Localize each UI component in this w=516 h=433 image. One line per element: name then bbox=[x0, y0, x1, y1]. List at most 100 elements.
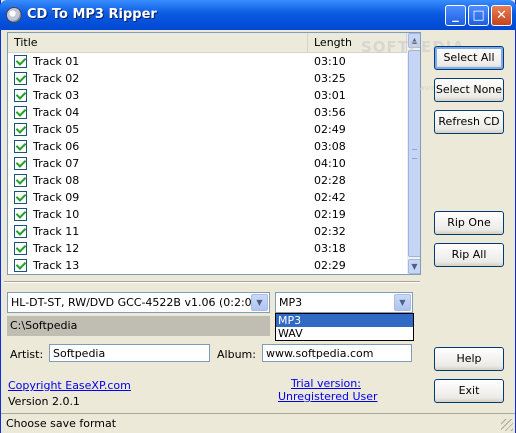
track-length: 04:10 bbox=[314, 157, 346, 170]
track-title: Track 08 bbox=[33, 174, 80, 187]
track-length: 02:42 bbox=[314, 191, 346, 204]
track-title: Track 10 bbox=[33, 208, 80, 221]
scrollbar-thumb[interactable] bbox=[408, 50, 420, 257]
status-bar: Choose save format bbox=[1, 413, 515, 433]
column-header-title[interactable]: Title bbox=[8, 33, 308, 52]
track-length: 03:10 bbox=[314, 55, 346, 68]
resize-grip-icon[interactable] bbox=[501, 419, 513, 431]
track-checkbox[interactable] bbox=[14, 55, 27, 68]
table-row[interactable]: Track 13 02:29 bbox=[8, 257, 407, 274]
rip-one-button[interactable]: Rip One bbox=[434, 211, 504, 235]
track-length: 03:56 bbox=[314, 106, 346, 119]
track-title: Track 04 bbox=[33, 106, 80, 119]
drive-select[interactable]: HL-DT-ST, RW/DVD GCC-4522B v1.06 (0:2:0)… bbox=[7, 292, 270, 313]
track-length: 02:28 bbox=[314, 174, 346, 187]
track-length: 03:08 bbox=[314, 140, 346, 153]
status-text: Choose save format bbox=[6, 417, 117, 430]
track-checkbox[interactable] bbox=[14, 191, 27, 204]
track-title: Track 13 bbox=[33, 259, 80, 272]
table-row[interactable]: Track 02 03:25 bbox=[8, 70, 407, 87]
table-row[interactable]: Track 04 03:56 bbox=[8, 104, 407, 121]
divider bbox=[4, 281, 420, 283]
table-row[interactable]: Track 11 02:32 bbox=[8, 223, 407, 240]
format-option-wav[interactable]: WAV bbox=[276, 327, 413, 340]
close-button[interactable]: ✕ bbox=[491, 5, 512, 26]
copyright-link[interactable]: Copyright EaseXP.com bbox=[8, 379, 131, 392]
track-checkbox[interactable] bbox=[14, 106, 27, 119]
output-path-field: C:\Softpedia bbox=[7, 316, 270, 336]
drive-select-value: HL-DT-ST, RW/DVD GCC-4522B v1.06 (0:2:0) bbox=[11, 296, 256, 309]
album-field[interactable] bbox=[262, 344, 412, 362]
scroll-down-arrow-icon[interactable]: ▼ bbox=[408, 259, 420, 274]
track-checkbox[interactable] bbox=[14, 123, 27, 136]
scroll-grip-icon bbox=[412, 149, 417, 159]
app-window: CD To MP3 Ripper _ □ ✕ Title Length Trac… bbox=[0, 0, 516, 433]
unregistered-user-link[interactable]: Unregistered User bbox=[278, 390, 378, 403]
close-icon: ✕ bbox=[496, 8, 507, 23]
track-checkbox[interactable] bbox=[14, 140, 27, 153]
rip-all-button[interactable]: Rip All bbox=[434, 243, 504, 267]
track-length: 02:19 bbox=[314, 208, 346, 221]
select-none-button[interactable]: Select None bbox=[434, 78, 504, 102]
table-row[interactable]: Track 12 03:18 bbox=[8, 240, 407, 257]
list-header: Title Length bbox=[8, 33, 407, 53]
format-option-mp3[interactable]: MP3 bbox=[276, 314, 413, 327]
table-row[interactable]: Track 05 02:49 bbox=[8, 121, 407, 138]
trial-version-link[interactable]: Trial version: bbox=[291, 377, 361, 390]
version-text: Version 2.0.1 bbox=[8, 395, 80, 408]
table-row[interactable]: Track 03 03:01 bbox=[8, 87, 407, 104]
track-title: Track 05 bbox=[33, 123, 80, 136]
cd-icon bbox=[6, 7, 22, 23]
chevron-down-icon[interactable]: ▼ bbox=[394, 294, 411, 311]
exit-button[interactable]: Exit bbox=[434, 379, 504, 403]
artist-field[interactable] bbox=[49, 344, 210, 362]
track-checkbox[interactable] bbox=[14, 208, 27, 221]
track-checkbox[interactable] bbox=[14, 89, 27, 102]
track-length: 02:49 bbox=[314, 123, 346, 136]
table-row[interactable]: Track 07 04:10 bbox=[8, 155, 407, 172]
track-checkbox[interactable] bbox=[14, 225, 27, 238]
track-rows: Track 01 03:10 Track 02 03:25 Track 03 03:01 T… bbox=[8, 53, 407, 274]
window-title: CD To MP3 Ripper bbox=[27, 7, 157, 22]
minimize-icon: _ bbox=[452, 8, 459, 23]
track-checkbox[interactable] bbox=[14, 259, 27, 272]
minimize-button[interactable]: _ bbox=[445, 5, 466, 26]
artist-input[interactable] bbox=[50, 345, 209, 362]
format-select-value: MP3 bbox=[279, 296, 303, 309]
track-checkbox[interactable] bbox=[14, 72, 27, 85]
track-title: Track 11 bbox=[33, 225, 80, 238]
table-row[interactable]: Track 09 02:42 bbox=[8, 189, 407, 206]
help-button[interactable]: Help bbox=[434, 347, 504, 371]
track-length: 03:18 bbox=[314, 242, 346, 255]
track-list[interactable]: Title Length Track 01 03:10 Track 02 03:25 T… bbox=[7, 32, 421, 275]
track-checkbox[interactable] bbox=[14, 157, 27, 170]
table-row[interactable]: Track 10 02:19 bbox=[8, 206, 407, 223]
title-bar[interactable]: CD To MP3 Ripper _ □ ✕ bbox=[0, 0, 516, 30]
select-all-button[interactable]: Select All bbox=[434, 46, 504, 70]
track-title: Track 06 bbox=[33, 140, 80, 153]
track-length: 02:29 bbox=[314, 259, 346, 272]
table-row[interactable]: Track 01 03:10 bbox=[8, 53, 407, 70]
table-row[interactable]: Track 06 03:08 bbox=[8, 138, 407, 155]
track-title: Track 01 bbox=[33, 55, 80, 68]
track-length: 02:32 bbox=[314, 225, 346, 238]
track-checkbox[interactable] bbox=[14, 174, 27, 187]
maximize-button[interactable]: □ bbox=[468, 5, 489, 26]
vertical-scrollbar[interactable]: ▲ ▼ bbox=[407, 33, 420, 274]
format-select[interactable]: MP3 ▼ bbox=[275, 292, 413, 313]
album-input[interactable] bbox=[263, 345, 411, 362]
track-length: 03:01 bbox=[314, 89, 346, 102]
track-checkbox[interactable] bbox=[14, 242, 27, 255]
track-title: Track 02 bbox=[33, 72, 80, 85]
track-title: Track 07 bbox=[33, 157, 80, 170]
output-path: C:\Softpedia bbox=[10, 319, 78, 332]
track-length: 03:25 bbox=[314, 72, 346, 85]
album-label: Album: bbox=[217, 348, 256, 361]
chevron-down-icon[interactable]: ▼ bbox=[251, 294, 268, 311]
format-dropdown-list[interactable]: MP3 WAV bbox=[275, 313, 414, 341]
track-title: Track 09 bbox=[33, 191, 80, 204]
track-title: Track 03 bbox=[33, 89, 80, 102]
refresh-cd-button[interactable]: Refresh CD bbox=[434, 110, 504, 134]
table-row[interactable]: Track 08 02:28 bbox=[8, 172, 407, 189]
maximize-icon: □ bbox=[472, 8, 485, 23]
